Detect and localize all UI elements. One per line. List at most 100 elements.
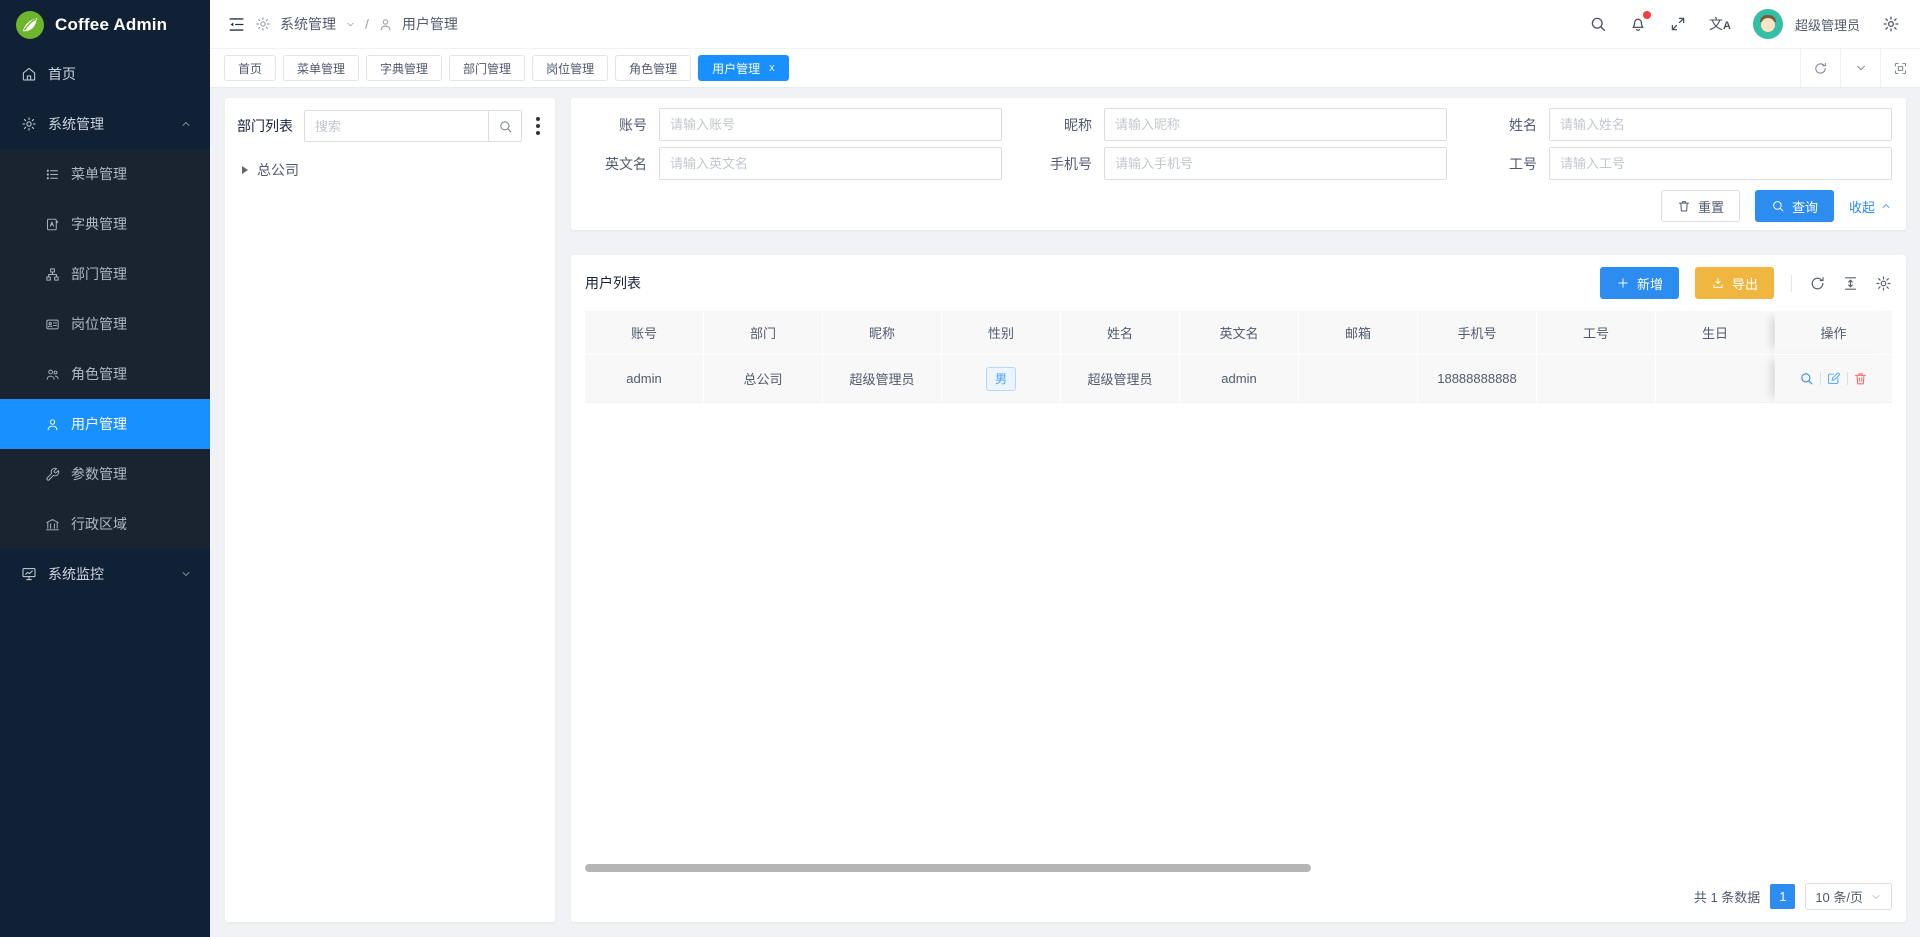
column-header[interactable]: 姓名 <box>1061 311 1180 354</box>
english-name-input[interactable] <box>659 147 1002 180</box>
chevron-down-icon <box>180 568 192 580</box>
sidebar-group-label: 系统监控 <box>48 564 104 584</box>
page-size-value: 10 条/页 <box>1815 887 1863 906</box>
field-phone: 手机号 <box>1030 147 1447 180</box>
sidebar-item-menu-mgmt[interactable]: 菜单管理 <box>0 149 210 199</box>
tab-dict-mgmt[interactable]: 字典管理 <box>366 55 442 81</box>
maximize-icon[interactable] <box>1880 49 1920 87</box>
app-logo: Coffee Admin <box>0 0 210 49</box>
sidebar-item-label: 角色管理 <box>71 364 127 384</box>
sidebar-item-param-mgmt[interactable]: 参数管理 <box>0 449 210 499</box>
filter-form: 账号 昵称 姓名 英文名 <box>585 108 1892 180</box>
cell-email <box>1299 354 1418 403</box>
sidebar-group-system[interactable]: 系统管理 <box>0 99 210 149</box>
search-button[interactable]: 查询 <box>1755 190 1834 222</box>
reset-button[interactable]: 重置 <box>1661 190 1740 222</box>
page-size-select[interactable]: 10 条/页 <box>1805 883 1892 910</box>
pagination: 共 1 条数据 1 10 条/页 <box>585 883 1892 914</box>
caret-right-icon[interactable] <box>242 166 248 174</box>
department-panel-title: 部门列表 <box>237 116 293 136</box>
tree-node-root[interactable]: 总公司 <box>237 156 543 184</box>
search-icon <box>1771 199 1785 213</box>
table-toolbar: 用户列表 新增 导出 <box>585 267 1892 299</box>
department-panel-header: 部门列表 <box>237 110 543 142</box>
horizontal-scrollbar[interactable] <box>585 864 1311 872</box>
kebab-menu-icon[interactable] <box>533 114 543 138</box>
settings-gear-icon[interactable] <box>1882 15 1900 33</box>
column-header[interactable]: 账号 <box>585 311 704 354</box>
add-button[interactable]: 新增 <box>1600 267 1679 299</box>
sidebar-item-role-mgmt[interactable]: 角色管理 <box>0 349 210 399</box>
view-icon[interactable] <box>1794 371 1820 386</box>
field-label: 英文名 <box>585 154 647 174</box>
trash-icon <box>1677 199 1691 213</box>
gear-icon <box>255 16 271 32</box>
collapse-sidebar-icon[interactable] <box>227 15 246 34</box>
sidebar-item-home[interactable]: 首页 <box>0 49 210 99</box>
username[interactable]: 超级管理员 <box>1795 15 1860 34</box>
sidebar-item-dict-mgmt[interactable]: 字典管理 <box>0 199 210 249</box>
tab-menu-mgmt[interactable]: 菜单管理 <box>283 55 359 81</box>
export-button[interactable]: 导出 <box>1695 267 1774 299</box>
org-chart-icon <box>45 267 60 282</box>
fullscreen-icon[interactable] <box>1669 15 1687 33</box>
tab-user-mgmt[interactable]: 用户管理x <box>698 55 789 81</box>
column-header[interactable]: 昵称 <box>823 311 942 354</box>
field-name: 姓名 <box>1475 108 1892 141</box>
avatar[interactable] <box>1753 9 1783 39</box>
collapse-link[interactable]: 收起 <box>1849 197 1892 216</box>
sidebar-item-region-mgmt[interactable]: 行政区域 <box>0 499 210 549</box>
sidebar-item-label: 用户管理 <box>71 414 127 434</box>
field-label: 昵称 <box>1030 115 1092 135</box>
notification-bell[interactable] <box>1629 15 1647 33</box>
monitor-icon <box>21 566 37 582</box>
sidebar-group-monitor[interactable]: 系统监控 <box>0 549 210 599</box>
column-settings-gear-icon[interactable] <box>1875 275 1892 292</box>
refresh-icon[interactable] <box>1809 275 1826 292</box>
column-header[interactable]: 手机号 <box>1418 311 1537 354</box>
field-job-number: 工号 <box>1475 147 1892 180</box>
phone-input[interactable] <box>1104 147 1447 180</box>
divider <box>1791 275 1792 292</box>
department-search-button[interactable] <box>488 111 521 141</box>
delete-icon[interactable] <box>1848 371 1874 386</box>
account-input[interactable] <box>659 108 1002 141</box>
field-label: 工号 <box>1475 154 1537 174</box>
sidebar-item-label: 参数管理 <box>71 464 127 484</box>
column-header[interactable]: 部门 <box>704 311 823 354</box>
row-height-icon[interactable] <box>1842 275 1859 292</box>
wrench-icon <box>45 467 60 482</box>
column-header[interactable]: 生日 <box>1656 311 1775 354</box>
name-input[interactable] <box>1549 108 1892 141</box>
tab-dept-mgmt[interactable]: 部门管理 <box>449 55 525 81</box>
edit-icon[interactable] <box>1821 371 1847 386</box>
cell-department: 总公司 <box>704 354 823 403</box>
column-header[interactable]: 工号 <box>1537 311 1656 354</box>
column-header[interactable]: 英文名 <box>1180 311 1299 354</box>
breadcrumb-current: 用户管理 <box>402 14 458 34</box>
chevron-down-icon[interactable] <box>1840 49 1880 87</box>
table-row[interactable]: admin 总公司 超级管理员 男 超级管理员 admin 1888888888… <box>585 354 1892 403</box>
department-search-input[interactable] <box>305 111 488 141</box>
right-column: 账号 昵称 姓名 英文名 <box>571 98 1906 922</box>
job-number-input[interactable] <box>1549 147 1892 180</box>
sidebar-item-dept-mgmt[interactable]: 部门管理 <box>0 249 210 299</box>
pagination-total: 共 1 条数据 <box>1694 887 1760 906</box>
breadcrumb-root[interactable]: 系统管理 <box>280 14 336 34</box>
tab-role-mgmt[interactable]: 角色管理 <box>615 55 691 81</box>
search-icon[interactable] <box>1589 15 1607 33</box>
tab-home[interactable]: 首页 <box>224 55 276 81</box>
translate-icon[interactable]: 文A <box>1709 17 1731 32</box>
page-button-1[interactable]: 1 <box>1770 884 1795 909</box>
sidebar-submenu-system: 菜单管理 字典管理 部门管理 岗位管理 角色管理 用户管理 参数管理 行政区域 <box>0 149 210 549</box>
nickname-input[interactable] <box>1104 108 1447 141</box>
sidebar-item-post-mgmt[interactable]: 岗位管理 <box>0 299 210 349</box>
sidebar-item-user-mgmt[interactable]: 用户管理 <box>0 399 210 449</box>
column-header[interactable]: 性别 <box>942 311 1061 354</box>
refresh-icon[interactable] <box>1800 49 1840 87</box>
field-english-name: 英文名 <box>585 147 1002 180</box>
column-header[interactable]: 邮箱 <box>1299 311 1418 354</box>
close-icon[interactable]: x <box>769 62 775 74</box>
sidebar-item-label: 字典管理 <box>71 214 127 234</box>
tab-post-mgmt[interactable]: 岗位管理 <box>532 55 608 81</box>
